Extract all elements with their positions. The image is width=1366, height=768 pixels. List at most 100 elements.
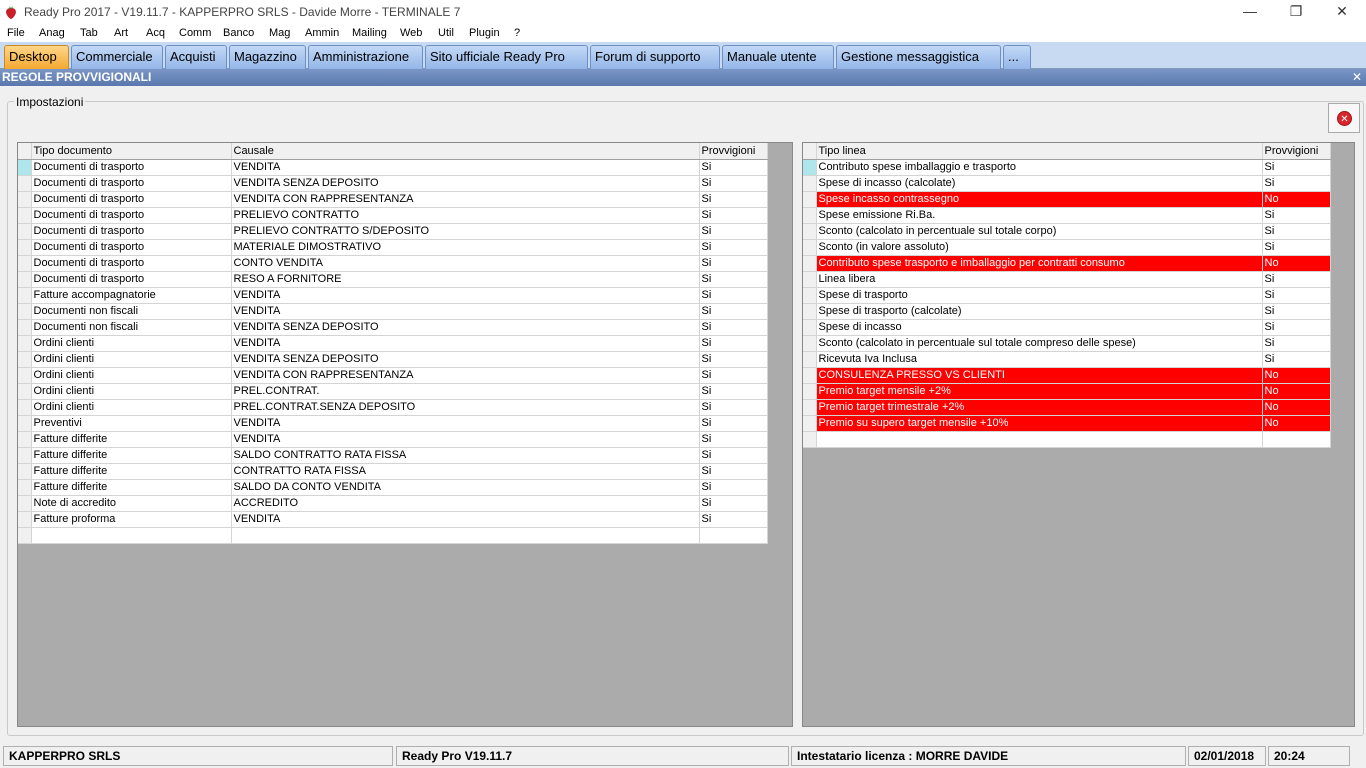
cell-tipo-documento[interactable] xyxy=(31,527,232,544)
cell-provvigioni[interactable]: Si xyxy=(699,175,768,192)
table-row[interactable]: Premio su supero target mensile +10% No xyxy=(803,415,1331,432)
cell-provvigioni[interactable]: Si xyxy=(699,399,768,416)
cell-causale[interactable]: VENDITA CON RAPPRESENTANZA xyxy=(231,191,700,208)
table-row[interactable] xyxy=(803,431,1331,448)
cell-causale[interactable]: VENDITA xyxy=(231,431,700,448)
table-row[interactable]: Documenti di trasporto VENDITA Si xyxy=(18,159,768,176)
table-row[interactable]: Premio target mensile +2% No xyxy=(803,383,1331,400)
cell-tipo-linea[interactable]: Contributo spese trasporto e imballaggio… xyxy=(816,255,1263,272)
cell-provvigioni[interactable]: Si xyxy=(699,239,768,256)
cell-provvigioni[interactable]: Si xyxy=(1262,223,1331,240)
row-indicator[interactable] xyxy=(803,351,817,368)
table-row[interactable]: Documenti non fiscali VENDITA Si xyxy=(18,303,768,320)
cell-tipo-documento[interactable]: Note di accredito xyxy=(31,495,232,512)
table-row[interactable]: Documenti di trasporto VENDITA SENZA DEPO… xyxy=(18,175,768,192)
row-indicator[interactable] xyxy=(18,447,32,464)
menu-util[interactable]: Util xyxy=(438,27,454,39)
cell-causale[interactable]: VENDITA CON RAPPRESENTANZA xyxy=(231,367,700,384)
cell-provvigioni[interactable]: Si xyxy=(1262,287,1331,304)
cell-provvigioni[interactable]: No xyxy=(1262,367,1331,384)
cell-tipo-documento[interactable]: Fatture accompagnatorie xyxy=(31,287,232,304)
cell-provvigioni[interactable]: Si xyxy=(699,447,768,464)
tab-magazzino[interactable]: Magazzino xyxy=(229,45,306,69)
menu-mag[interactable]: Mag xyxy=(269,27,290,39)
cell-provvigioni[interactable]: Si xyxy=(699,431,768,448)
row-indicator[interactable] xyxy=(803,207,817,224)
cell-tipo-linea[interactable]: CONSULENZA PRESSO VS CLIENTI xyxy=(816,367,1263,384)
header-provvigioni[interactable]: Provvigioni xyxy=(699,143,768,160)
cell-tipo-linea[interactable]: Spese emissione Ri.Ba. xyxy=(816,207,1263,224)
row-indicator[interactable] xyxy=(18,383,32,400)
table-row[interactable]: Documenti di trasporto PRELIEVO CONTRATTO… xyxy=(18,223,768,240)
row-indicator[interactable] xyxy=(18,351,32,368)
tab-desktop[interactable]: Desktop xyxy=(4,45,69,69)
menu-mailing[interactable]: Mailing xyxy=(352,27,387,39)
cell-tipo-documento[interactable]: Fatture differite xyxy=(31,463,232,480)
row-indicator[interactable] xyxy=(803,415,817,432)
table-row[interactable]: Sconto (calcolato in percentuale sul tot… xyxy=(803,223,1331,240)
cell-tipo-linea[interactable]: Premio target trimestrale +2% xyxy=(816,399,1263,416)
cell-tipo-documento[interactable]: Ordini clienti xyxy=(31,351,232,368)
tab-manuale-utente[interactable]: Manuale utente xyxy=(722,45,834,69)
table-row[interactable]: Fatture differite CONTRATTO RATA FISSA Si xyxy=(18,463,768,480)
table-row[interactable]: Sconto (calcolato in percentuale sul tot… xyxy=(803,335,1331,352)
table-row[interactable]: Contributo spese trasporto e imballaggio… xyxy=(803,255,1331,272)
row-indicator[interactable] xyxy=(18,287,32,304)
cell-provvigioni[interactable]: Si xyxy=(699,511,768,528)
tab-gestione-messaggistica[interactable]: Gestione messaggistica xyxy=(836,45,1001,69)
cell-provvigioni[interactable]: Si xyxy=(699,495,768,512)
cell-tipo-linea[interactable]: Sconto (calcolato in percentuale sul tot… xyxy=(816,223,1263,240)
cell-provvigioni[interactable]: Si xyxy=(1262,319,1331,336)
table-row[interactable]: CONSULENZA PRESSO VS CLIENTI No xyxy=(803,367,1331,384)
cell-provvigioni[interactable]: Si xyxy=(699,479,768,496)
cell-tipo-documento[interactable]: Documenti di trasporto xyxy=(31,191,232,208)
row-indicator[interactable] xyxy=(18,159,32,176)
menu-art[interactable]: Art xyxy=(114,27,128,39)
row-indicator[interactable] xyxy=(18,415,32,432)
close-window-button[interactable]: ✕ xyxy=(1319,0,1365,24)
cell-provvigioni[interactable] xyxy=(1262,431,1331,448)
cell-tipo-linea[interactable]: Spese di trasporto (calcolate) xyxy=(816,303,1263,320)
table-row[interactable]: Spese di trasporto (calcolate) Si xyxy=(803,303,1331,320)
cell-provvigioni[interactable]: Si xyxy=(699,303,768,320)
row-indicator[interactable] xyxy=(18,511,32,528)
table-row[interactable]: Ricevuta Iva Inclusa Si xyxy=(803,351,1331,368)
cell-provvigioni[interactable]: Si xyxy=(1262,351,1331,368)
table-row[interactable]: Documenti non fiscali VENDITA SENZA DEPOS… xyxy=(18,319,768,336)
cell-provvigioni[interactable] xyxy=(699,527,768,544)
tab-more[interactable]: ... xyxy=(1003,45,1031,69)
table-row[interactable]: Fatture differite SALDO DA CONTO VENDITA S… xyxy=(18,479,768,496)
cell-causale[interactable]: VENDITA xyxy=(231,335,700,352)
cell-provvigioni[interactable]: Si xyxy=(699,319,768,336)
row-indicator[interactable] xyxy=(803,159,817,176)
menu-help[interactable]: ? xyxy=(514,27,520,39)
cell-tipo-documento[interactable]: Documenti di trasporto xyxy=(31,239,232,256)
row-indicator[interactable] xyxy=(18,319,32,336)
cell-provvigioni[interactable]: Si xyxy=(699,159,768,176)
row-indicator[interactable] xyxy=(18,479,32,496)
row-indicator[interactable] xyxy=(18,463,32,480)
cell-provvigioni[interactable]: Si xyxy=(1262,239,1331,256)
cell-tipo-documento[interactable]: Documenti non fiscali xyxy=(31,303,232,320)
cell-provvigioni[interactable]: Si xyxy=(699,335,768,352)
cell-provvigioni[interactable]: Si xyxy=(699,463,768,480)
table-row[interactable]: Ordini clienti VENDITA SENZA DEPOSITO Si xyxy=(18,351,768,368)
table-row[interactable]: Preventivi VENDITA Si xyxy=(18,415,768,432)
row-indicator[interactable] xyxy=(803,239,817,256)
row-indicator[interactable] xyxy=(18,303,32,320)
menu-plugin[interactable]: Plugin xyxy=(469,27,500,39)
row-indicator[interactable] xyxy=(18,191,32,208)
row-indicator[interactable] xyxy=(18,255,32,272)
cell-causale[interactable]: VENDITA xyxy=(231,415,700,432)
cell-tipo-documento[interactable]: Documenti di trasporto xyxy=(31,223,232,240)
cell-tipo-documento[interactable]: Ordini clienti xyxy=(31,383,232,400)
cell-provvigioni[interactable]: Si xyxy=(1262,207,1331,224)
table-row[interactable]: Documenti di trasporto CONTO VENDITA Si xyxy=(18,255,768,272)
cell-provvigioni[interactable]: Si xyxy=(699,367,768,384)
cell-tipo-documento[interactable]: Documenti di trasporto xyxy=(31,271,232,288)
cell-causale[interactable]: RESO A FORNITORE xyxy=(231,271,700,288)
table-row[interactable]: Fatture differite VENDITA Si xyxy=(18,431,768,448)
cell-causale[interactable]: VENDITA xyxy=(231,287,700,304)
table-row[interactable]: Spese di trasporto Si xyxy=(803,287,1331,304)
cell-tipo-linea[interactable]: Spese di trasporto xyxy=(816,287,1263,304)
